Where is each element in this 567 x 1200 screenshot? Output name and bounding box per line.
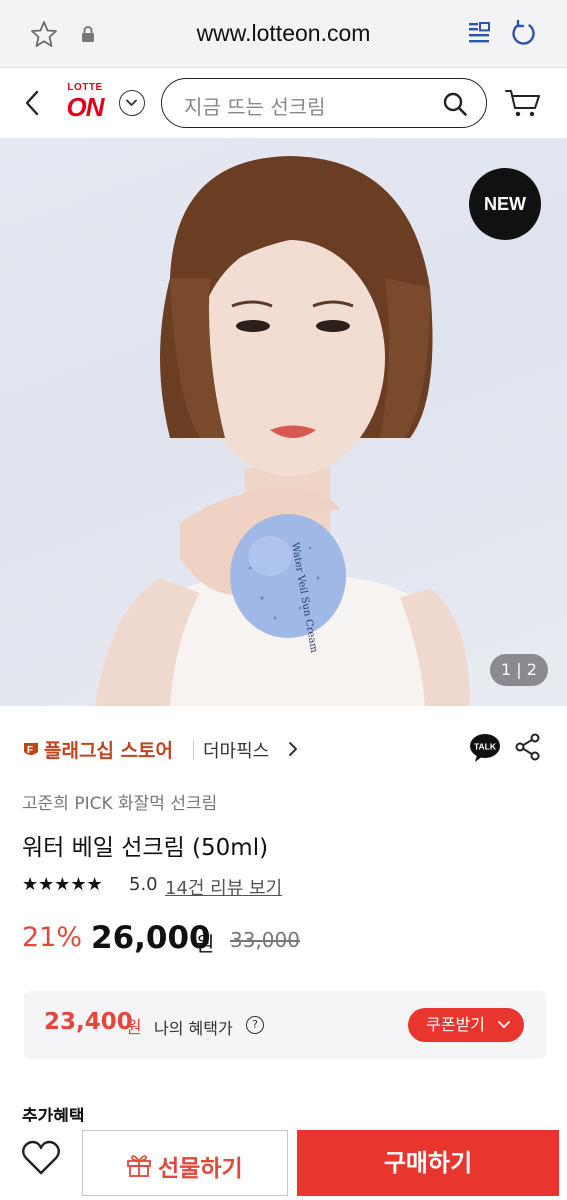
- lotte-on-logo[interactable]: LOTTE ON: [62, 82, 108, 124]
- search-icon[interactable]: [442, 91, 468, 117]
- chevron-right-icon: [289, 742, 297, 756]
- info-icon[interactable]: ?: [246, 1016, 264, 1034]
- search-placeholder: 지금 뜨는 선크림: [184, 95, 326, 119]
- gift-icon: [127, 1155, 151, 1177]
- back-icon[interactable]: [20, 88, 44, 118]
- my-benefit-box: 23,400 원 나의 혜택가 ? 쿠폰받기: [24, 991, 546, 1059]
- coupon-label: 쿠폰받기: [426, 1015, 485, 1034]
- share-icon[interactable]: [515, 733, 541, 761]
- coupon-button[interactable]: 쿠폰받기: [408, 1008, 524, 1042]
- benefit-price-unit: 원: [126, 1018, 142, 1038]
- talk-icon[interactable]: TALK: [469, 733, 501, 763]
- product-subtitle: 고준희 PICK 화잘먹 선크림: [22, 794, 218, 814]
- price-row: 21% 26,000 원 33,000: [22, 920, 422, 960]
- sale-price: 26,000: [91, 920, 211, 956]
- rating-stars: ★★★★★: [22, 874, 103, 895]
- gift-label: 선물하기: [158, 1156, 243, 1182]
- store-line[interactable]: F 플래그십 스토어 더마픽스: [22, 736, 322, 764]
- logo-dropdown-button[interactable]: [119, 90, 145, 116]
- benefit-label: 나의 혜택가: [154, 1019, 233, 1038]
- brand-name-link[interactable]: 더마픽스: [203, 737, 269, 763]
- product-image-carousel[interactable]: Water Veil Sun Cream NEW 1 | 2: [0, 138, 567, 706]
- heart-icon[interactable]: [20, 1138, 62, 1178]
- logo-on-text: ON: [66, 92, 105, 122]
- reviews-link[interactable]: 14건 리뷰 보기: [165, 874, 282, 900]
- price-unit: 원: [196, 932, 215, 956]
- svg-text:F: F: [27, 745, 33, 756]
- search-input[interactable]: 지금 뜨는 선크림: [161, 78, 487, 128]
- reload-icon[interactable]: [509, 19, 539, 49]
- buy-button[interactable]: 구매하기: [297, 1130, 559, 1196]
- chevron-down-icon: [126, 99, 137, 106]
- rating-row: ★★★★★ 5.0 14건 리뷰 보기: [22, 872, 342, 900]
- new-badge: NEW: [469, 168, 541, 240]
- benefit-price: 23,400: [44, 1009, 133, 1035]
- carousel-pager: 1 | 2: [490, 654, 548, 686]
- browser-url-bar: www.lotteon.com: [0, 0, 567, 68]
- original-price: 33,000: [230, 928, 300, 952]
- bottom-action-bar: 선물하기 구매하기: [0, 1122, 567, 1200]
- divider: [193, 740, 194, 760]
- reader-icon[interactable]: [466, 20, 492, 46]
- chevron-down-icon: [498, 1021, 510, 1028]
- site-header: LOTTE ON 지금 뜨는 선크림: [0, 68, 567, 138]
- svg-text:TALK: TALK: [474, 742, 497, 752]
- rating-score: 5.0: [129, 874, 158, 895]
- discount-rate: 21%: [22, 922, 83, 953]
- flagship-store-icon: F: [24, 743, 38, 756]
- cart-icon[interactable]: [505, 88, 541, 118]
- gift-button[interactable]: 선물하기: [82, 1130, 288, 1196]
- flagship-store-label[interactable]: 플래그십 스토어: [44, 736, 173, 763]
- product-title: 워터 베일 선크림 (50ml): [22, 835, 269, 861]
